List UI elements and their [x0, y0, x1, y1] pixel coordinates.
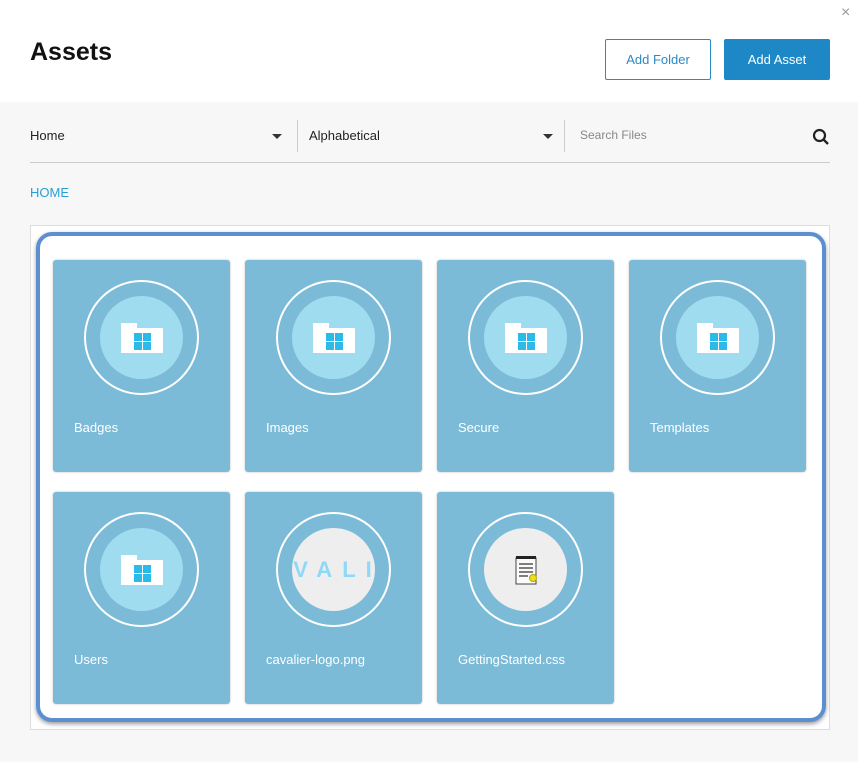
folder-icon [696, 322, 739, 353]
notepad-icon [515, 555, 537, 584]
page-title: Assets [30, 38, 112, 66]
asset-name: Badges [74, 420, 119, 435]
divider [564, 120, 565, 152]
windows-icon [325, 332, 343, 350]
divider [297, 120, 298, 152]
folder-icon [120, 554, 163, 585]
sort-select[interactable]: Alphabetical [309, 120, 559, 150]
folder-icon [120, 322, 163, 353]
asset-tile-folder[interactable]: Users [53, 492, 230, 704]
windows-icon [133, 332, 151, 350]
search-input[interactable] [580, 128, 800, 142]
folder-icon [312, 322, 355, 353]
asset-tile-folder[interactable]: Secure [437, 260, 614, 472]
close-icon[interactable]: × [841, 4, 850, 22]
asset-tile-image[interactable]: VALI cavalier-logo.png [245, 492, 422, 704]
thumbnail-ring [276, 280, 391, 395]
windows-icon [709, 332, 727, 350]
add-asset-button[interactable]: Add Asset [724, 39, 830, 80]
windows-icon [517, 332, 535, 350]
asset-tile-folder[interactable]: Images [245, 260, 422, 472]
asset-name: Images [266, 420, 309, 435]
thumbnail-ring [660, 280, 775, 395]
thumbnail-ring [468, 280, 583, 395]
logo-preview: VALI [293, 556, 375, 582]
folder-thumbnail [484, 296, 567, 379]
file-thumbnail [484, 528, 567, 611]
thumbnail-ring: VALI [276, 512, 391, 627]
search-icon[interactable] [812, 128, 830, 146]
folder-icon [504, 322, 547, 353]
thumbnail-ring [84, 280, 199, 395]
thumbnail-ring [84, 512, 199, 627]
folder-thumbnail [100, 528, 183, 611]
folder-thumbnail [100, 296, 183, 379]
asset-tile-folder[interactable]: Templates [629, 260, 806, 472]
thumbnail-ring [468, 512, 583, 627]
asset-name: Templates [650, 420, 710, 435]
asset-name: GettingStarted.css [458, 652, 565, 667]
add-folder-button[interactable]: Add Folder [605, 39, 711, 80]
asset-name: Users [74, 652, 108, 667]
chevron-down-icon[interactable] [543, 134, 553, 139]
header: Assets × Add Folder Add Asset [0, 0, 858, 102]
image-thumbnail: VALI [292, 528, 375, 611]
folder-thumbnail [292, 296, 375, 379]
breadcrumb-home[interactable]: HOME [30, 185, 69, 200]
asset-tile-folder[interactable]: Badges [53, 260, 230, 472]
folder-select[interactable]: Home [30, 120, 290, 150]
asset-tile-file[interactable]: GettingStarted.css [437, 492, 614, 704]
asset-name: cavalier-logo.png [266, 652, 366, 667]
divider [30, 162, 830, 163]
asset-name: Secure [458, 420, 500, 435]
chevron-down-icon[interactable] [272, 134, 282, 139]
windows-icon [133, 564, 151, 582]
folder-thumbnail [676, 296, 759, 379]
